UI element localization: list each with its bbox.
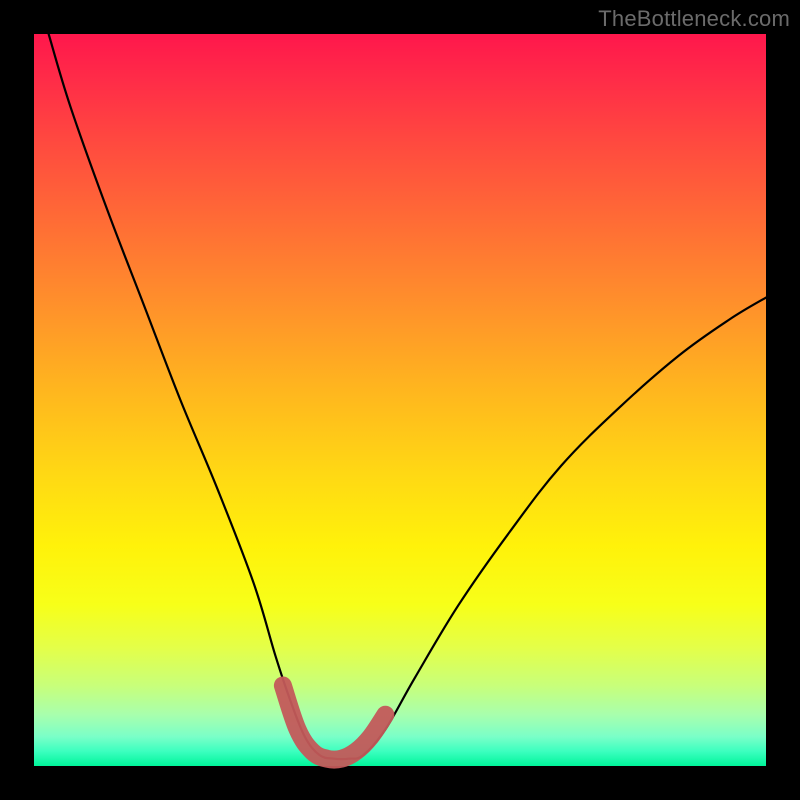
flat-bottom-highlight <box>283 685 385 759</box>
plot-area <box>34 34 766 766</box>
chart-svg <box>34 34 766 766</box>
bottleneck-curve <box>49 34 766 759</box>
watermark-text: TheBottleneck.com <box>598 6 790 32</box>
chart-frame: TheBottleneck.com <box>0 0 800 800</box>
